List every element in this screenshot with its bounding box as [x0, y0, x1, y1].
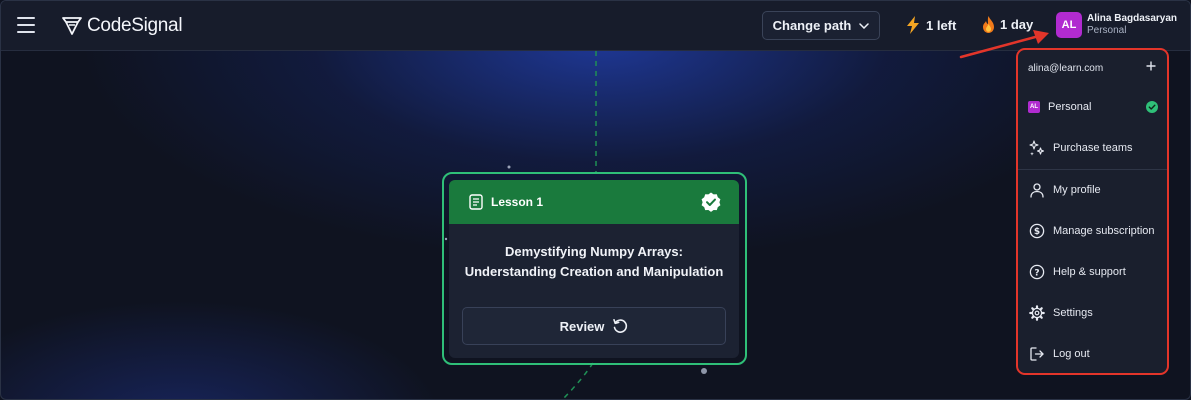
- menu-item-my-profile[interactable]: My profile: [1018, 175, 1167, 205]
- question-icon: ?: [1028, 263, 1046, 281]
- menu-item-log-out[interactable]: Log out: [1018, 339, 1167, 369]
- dollar-icon: $: [1028, 222, 1046, 240]
- lesson-title: Demystifying Numpy Arrays: Understanding…: [449, 224, 739, 282]
- change-path-label: Change path: [772, 18, 852, 33]
- menu-item-label: Purchase teams: [1053, 142, 1133, 154]
- logout-icon: [1028, 345, 1046, 363]
- menu-item-personal[interactable]: AL Personal: [1018, 92, 1167, 122]
- svg-text:?: ?: [1034, 268, 1039, 278]
- menu-item-label: Manage subscription: [1053, 225, 1155, 237]
- user-name: Alina Bagdasaryan: [1087, 13, 1178, 24]
- account-email: alina@learn.com: [1028, 62, 1104, 74]
- user-info[interactable]: Alina Bagdasaryan Personal: [1087, 13, 1177, 37]
- menu-item-help-support[interactable]: ? Help & support: [1018, 257, 1167, 287]
- svg-text:$: $: [1034, 227, 1040, 237]
- codesignal-logo[interactable]: CodeSignal: [61, 13, 183, 39]
- user-icon: [1028, 181, 1046, 199]
- menu-divider: [1018, 169, 1167, 170]
- review-label: Review: [559, 318, 605, 334]
- account-dropdown-menu: alina@learn.com AL Personal Purchase tea…: [1016, 48, 1169, 375]
- menu-item-label: My profile: [1053, 184, 1101, 196]
- menu-item-label: Personal: [1048, 101, 1092, 113]
- hamburger-menu-icon[interactable]: [17, 17, 35, 33]
- chevron-down-icon: [859, 22, 870, 29]
- lesson-number-label: Lesson 1: [491, 195, 544, 209]
- app-window: CodeSignal Change path 1 left 1 day AL A…: [0, 0, 1191, 400]
- account-email-row: alina@learn.com: [1018, 50, 1167, 86]
- menu-item-label: Log out: [1053, 348, 1090, 360]
- review-button[interactable]: Review: [462, 307, 726, 345]
- energy-counter[interactable]: 1 left: [905, 16, 956, 34]
- user-plan: Personal: [1087, 25, 1127, 36]
- restart-icon: [613, 319, 628, 333]
- change-path-button[interactable]: Change path: [762, 11, 880, 40]
- menu-item-manage-subscription[interactable]: $ Manage subscription: [1018, 216, 1167, 246]
- mini-avatar: AL: [1028, 101, 1040, 113]
- avatar-icon: AL: [1028, 98, 1040, 116]
- lesson-header: Lesson 1: [449, 180, 739, 224]
- lesson-card[interactable]: Lesson 1 Demystifying Numpy Arrays: Unde…: [449, 180, 739, 358]
- menu-item-label: Help & support: [1053, 266, 1126, 278]
- selected-check-icon: [1146, 101, 1158, 113]
- brand-name: CodeSignal: [87, 15, 183, 36]
- sparkles-icon: [1028, 139, 1046, 157]
- completed-badge-icon: [701, 192, 721, 212]
- lightning-icon: [907, 16, 919, 34]
- menu-item-purchase-teams[interactable]: Purchase teams: [1018, 133, 1167, 163]
- gear-icon: [1028, 304, 1046, 322]
- codesignal-logo-icon: [62, 17, 82, 35]
- lesson-title-line-2: Understanding Creation and Manipulation: [464, 264, 724, 279]
- document-icon: [469, 194, 483, 210]
- lesson-title-line-1: Demystifying Numpy Arrays:: [505, 244, 683, 259]
- menu-item-label: Settings: [1053, 307, 1093, 319]
- add-account-plus-icon[interactable]: [1145, 60, 1157, 72]
- menu-item-settings[interactable]: Settings: [1018, 298, 1167, 328]
